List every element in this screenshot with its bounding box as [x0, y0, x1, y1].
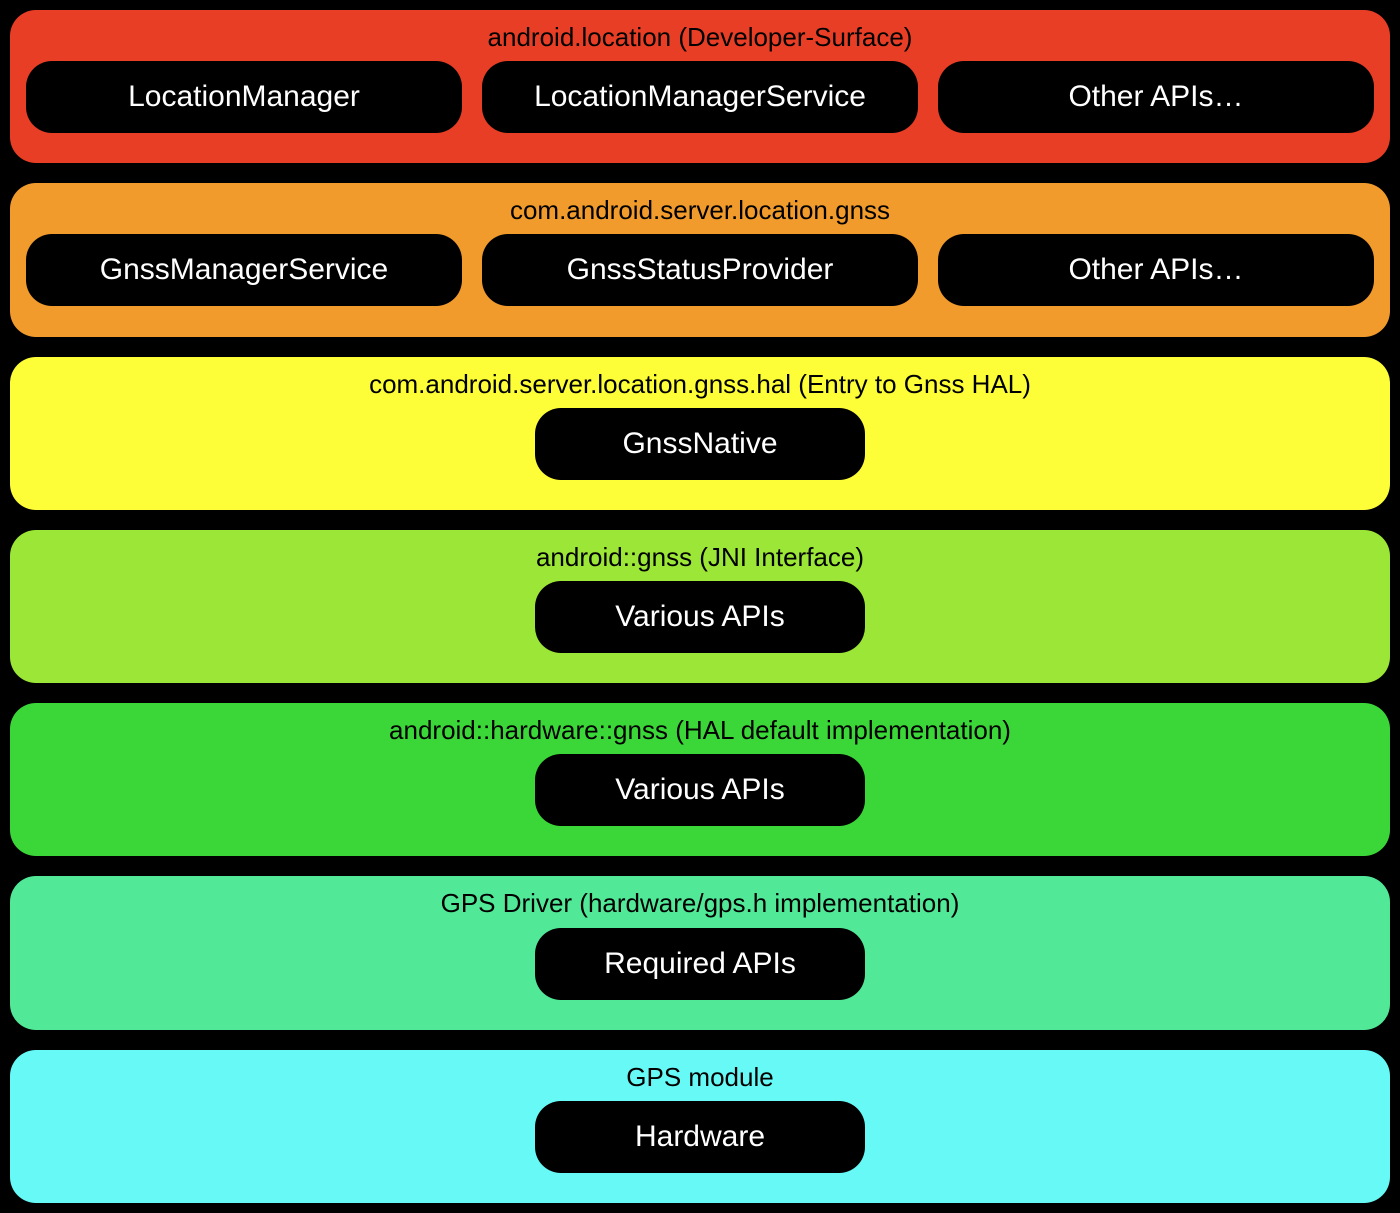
layer-row: LocationManager LocationManagerService O… [26, 61, 1374, 133]
layer-title: android::hardware::gnss (HAL default imp… [26, 715, 1374, 746]
api-box: Various APIs [535, 754, 865, 826]
layer-row: Various APIs [26, 581, 1374, 653]
api-box: Various APIs [535, 581, 865, 653]
api-box: GnssManagerService [26, 234, 462, 306]
layer-title: GPS Driver (hardware/gps.h implementatio… [26, 888, 1374, 919]
layer-stack: android.location (Developer-Surface) Loc… [0, 0, 1400, 1213]
layer-gps-module: GPS module Hardware [10, 1050, 1390, 1203]
api-box: Other APIs… [938, 61, 1374, 133]
api-box: LocationManagerService [482, 61, 918, 133]
api-box: LocationManager [26, 61, 462, 133]
layer-android-location: android.location (Developer-Surface) Loc… [10, 10, 1390, 163]
layer-row: GnssManagerService GnssStatusProvider Ot… [26, 234, 1374, 306]
layer-row: Required APIs [26, 928, 1374, 1000]
layer-title: GPS module [26, 1062, 1374, 1093]
layer-gnss-jni: android::gnss (JNI Interface) Various AP… [10, 530, 1390, 683]
layer-row: Hardware [26, 1101, 1374, 1173]
layer-title: com.android.server.location.gnss [26, 195, 1374, 226]
layer-row: Various APIs [26, 754, 1374, 826]
layer-gnss-hal-impl: android::hardware::gnss (HAL default imp… [10, 703, 1390, 856]
layer-gps-driver: GPS Driver (hardware/gps.h implementatio… [10, 876, 1390, 1029]
api-box: Hardware [535, 1101, 865, 1173]
api-box: GnssNative [535, 408, 865, 480]
layer-title: com.android.server.location.gnss.hal (En… [26, 369, 1374, 400]
api-box: Other APIs… [938, 234, 1374, 306]
layer-title: android.location (Developer-Surface) [26, 22, 1374, 53]
layer-gnss-hal-entry: com.android.server.location.gnss.hal (En… [10, 357, 1390, 510]
layer-row: GnssNative [26, 408, 1374, 480]
layer-title: android::gnss (JNI Interface) [26, 542, 1374, 573]
layer-gnss-server: com.android.server.location.gnss GnssMan… [10, 183, 1390, 336]
api-box: Required APIs [535, 928, 865, 1000]
api-box: GnssStatusProvider [482, 234, 918, 306]
